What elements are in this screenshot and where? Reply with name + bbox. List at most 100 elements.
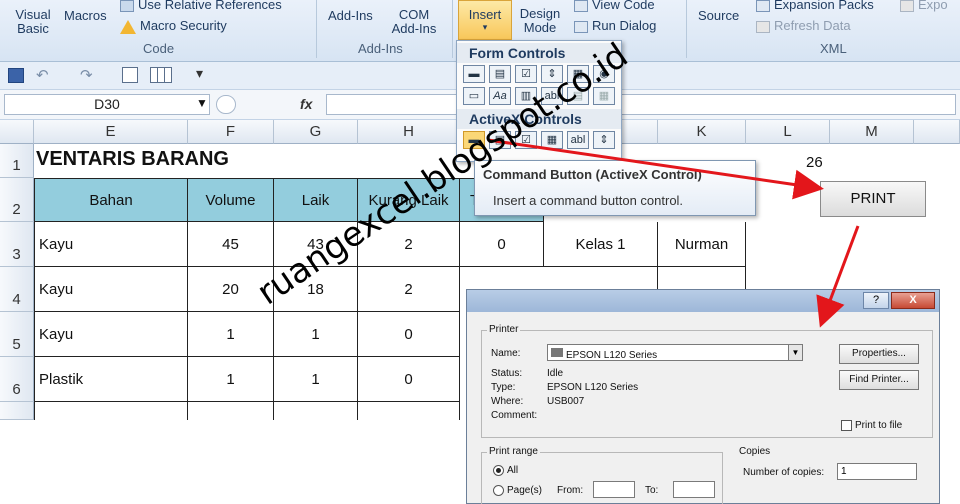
table-cell[interactable]: Plastik (34, 357, 188, 402)
refresh-data-label: Refresh Data (774, 18, 851, 33)
use-relative-references-label: Use Relative References (138, 0, 282, 12)
row-header[interactable]: 1 (0, 144, 34, 178)
table-cell[interactable]: 45 (188, 222, 274, 267)
row-header[interactable]: 5 (0, 312, 34, 357)
printer-name-select[interactable]: EPSON L120 Series ▼ (547, 344, 803, 361)
from-input[interactable] (593, 481, 635, 498)
redo-icon[interactable]: ↷ (80, 66, 93, 84)
properties-button[interactable]: Properties... (839, 344, 919, 364)
label-control-icon[interactable]: Aa (489, 87, 511, 105)
column-header[interactable]: M (830, 120, 914, 144)
source-button[interactable]: Source (698, 8, 739, 23)
copies-input[interactable]: 1 (837, 463, 917, 480)
row-header[interactable]: 2 (0, 178, 34, 222)
table-cell[interactable]: Kayu (34, 222, 188, 267)
print-command-button[interactable]: PRINT (820, 181, 926, 217)
column-header[interactable]: H (358, 120, 460, 144)
combo-box-control-icon[interactable]: ▤ (489, 65, 511, 83)
check-box-control-icon[interactable]: ☑ (515, 65, 537, 83)
header-cell[interactable]: Volume (188, 178, 274, 222)
table-cell[interactable]: Nurman (658, 222, 746, 267)
table-cell[interactable]: 1 (274, 312, 358, 357)
macro-security-button[interactable]: Macro Security (120, 18, 227, 34)
table-cell[interactable]: 1 (188, 312, 274, 357)
refresh-data-button[interactable]: Refresh Data (756, 18, 851, 33)
macros-button[interactable]: Macros (64, 8, 107, 23)
visual-basic-button[interactable]: Visual Basic (12, 8, 54, 36)
use-relative-references-button[interactable]: Use Relative References (120, 0, 282, 12)
chevron-down-icon[interactable]: ▼ (788, 345, 802, 360)
column-header[interactable]: E (34, 120, 188, 144)
chevron-down-icon[interactable]: ▼ (196, 96, 208, 110)
where-label: Where: (491, 396, 524, 407)
activex-scroll-bar-icon[interactable]: ⇕ (593, 131, 615, 149)
table-icon (120, 0, 134, 12)
insert-function-icon[interactable]: fx (300, 96, 312, 112)
row-header[interactable]: 6 (0, 357, 34, 402)
print-to-file-checkbox[interactable] (841, 420, 852, 431)
table-cell[interactable]: 0 (460, 222, 544, 267)
table-cell[interactable]: 0 (358, 357, 460, 402)
sheet-title[interactable]: VENTARIS BARANG (36, 148, 229, 171)
activex-list-box-icon[interactable]: ▦ (541, 131, 563, 149)
table-cell[interactable]: 1 (274, 357, 358, 402)
com-add-ins-button[interactable]: COM Add-Ins (386, 8, 442, 36)
expansion-packs-button[interactable]: Expansion Packs (756, 0, 874, 12)
table-cell[interactable] (274, 402, 358, 420)
table-cell[interactable]: Kelas 1 (544, 222, 658, 267)
customize-toolbar-icon[interactable]: ▾ (196, 65, 203, 82)
table-cell[interactable]: 0 (358, 312, 460, 357)
view-code-label: View Code (592, 0, 655, 12)
insert-label: Insert (468, 7, 502, 22)
save-icon[interactable] (8, 68, 24, 83)
row-header[interactable]: 3 (0, 222, 34, 267)
column-header[interactable]: G (274, 120, 358, 144)
button-control-icon[interactable]: ▬ (463, 65, 485, 83)
column-header[interactable]: F (188, 120, 274, 144)
name-box[interactable]: D30 (4, 94, 210, 115)
chevron-down-icon: ▾ (482, 22, 488, 32)
print-preview-icon[interactable] (122, 67, 138, 83)
column-header[interactable]: L (746, 120, 830, 144)
view-code-button[interactable]: View Code (574, 0, 655, 12)
cell-l1[interactable]: 26 (806, 154, 823, 171)
group-box-control-icon[interactable]: ▭ (463, 87, 485, 105)
table-format-icon[interactable] (150, 67, 172, 83)
find-printer-button[interactable]: Find Printer... (839, 370, 919, 390)
table-cell[interactable] (188, 402, 274, 420)
run-dialog-button[interactable]: Run Dialog (574, 18, 656, 33)
command-button-tooltip: Command Button (ActiveX Control) Insert … (474, 160, 756, 216)
table-cell[interactable] (34, 402, 188, 420)
help-button[interactable]: ? (863, 292, 889, 309)
row-header[interactable] (0, 402, 34, 420)
name-label: Name: (491, 348, 521, 359)
export-button[interactable]: Expo (900, 0, 948, 12)
ribbon-separator (316, 0, 317, 58)
close-button[interactable]: X (891, 292, 935, 309)
table-cell[interactable]: Kayu (34, 312, 188, 357)
select-all-corner[interactable] (0, 120, 34, 144)
column-header[interactable] (914, 120, 960, 144)
ribbon-separator (452, 0, 453, 58)
type-value: EPSON L120 Series (547, 382, 639, 393)
design-mode-button[interactable]: Design Mode (516, 7, 564, 35)
run-dialog-icon (574, 20, 588, 33)
table-cell[interactable]: 1 (188, 357, 274, 402)
pages-label: Page(s) (507, 485, 543, 496)
header-cell[interactable]: Bahan (34, 178, 188, 222)
table-cell[interactable] (358, 402, 460, 420)
activex-text-box-icon[interactable]: abl (567, 131, 589, 149)
formula-input[interactable] (326, 94, 956, 115)
to-input[interactable] (673, 481, 715, 498)
undo-icon[interactable]: ↶ (36, 66, 49, 84)
add-ins-button[interactable]: Add-Ins (328, 8, 373, 23)
row-header[interactable]: 4 (0, 267, 34, 312)
insert-controls-button[interactable]: Insert ▾ (458, 0, 512, 40)
pages-radio[interactable] (493, 485, 504, 496)
table-cell[interactable]: 2 (358, 267, 460, 312)
column-header[interactable]: K (658, 120, 746, 144)
table-cell[interactable]: Kayu (34, 267, 188, 312)
all-radio[interactable] (493, 465, 504, 476)
run-dialog-label: Run Dialog (592, 18, 657, 33)
print-range-label: Print range (487, 446, 540, 457)
